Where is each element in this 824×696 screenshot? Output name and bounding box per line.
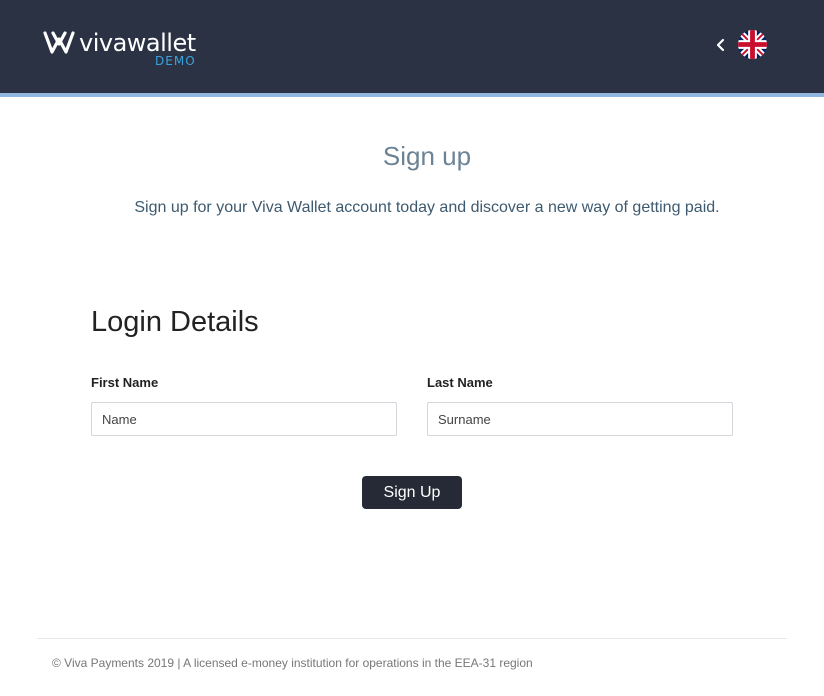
top-header: vivawallet DEMO (0, 0, 824, 97)
first-name-input[interactable] (91, 402, 397, 436)
demo-badge: DEMO (155, 54, 196, 68)
last-name-label: Last Name (427, 375, 493, 390)
page-subtitle: Sign up for your Viva Wallet account tod… (134, 199, 720, 216)
logo-wordmark: vivawallet DEMO (79, 30, 196, 70)
viva-logo-mark-icon (43, 31, 75, 54)
first-name-label: First Name (91, 375, 159, 390)
sign-up-button[interactable]: Sign Up (362, 476, 462, 509)
viva-wallet-logo[interactable]: vivawallet DEMO (43, 30, 196, 70)
footer-divider (37, 638, 787, 639)
footer-copyright: © Viva Payments 2019 | A licensed e-mone… (52, 656, 533, 670)
page-title: Sign up (382, 141, 472, 171)
logo-text: vivawallet (79, 29, 196, 57)
uk-flag-icon[interactable] (738, 30, 767, 59)
chevron-left-icon[interactable] (713, 36, 727, 54)
login-details-heading: Login Details (91, 306, 259, 338)
last-name-input[interactable] (427, 402, 733, 436)
